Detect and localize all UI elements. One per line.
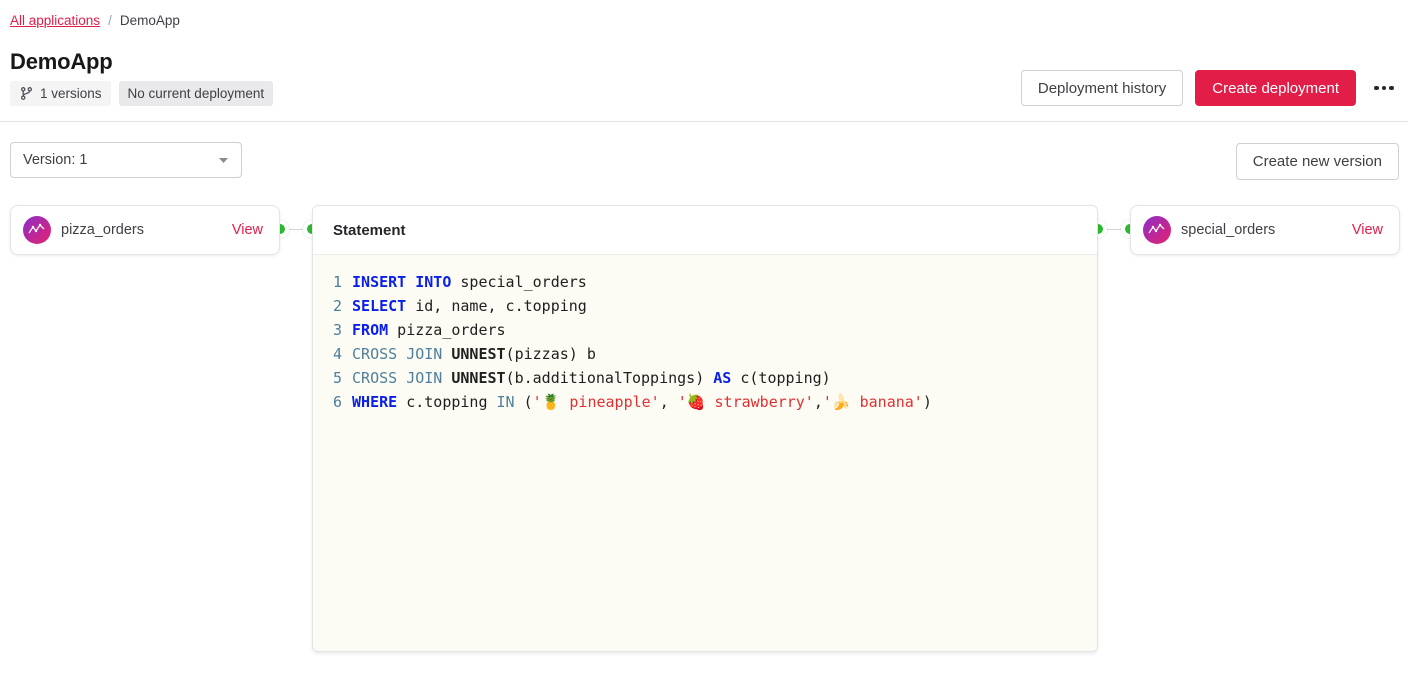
- breadcrumb-current: DemoApp: [120, 13, 180, 28]
- target-table-card: special_orders View: [1130, 205, 1400, 255]
- deployment-history-button[interactable]: Deployment history: [1021, 70, 1183, 106]
- version-select[interactable]: Version: 1: [10, 142, 242, 178]
- git-branch-icon: [19, 86, 34, 101]
- source-view-link[interactable]: View: [232, 222, 263, 238]
- chevron-down-icon: [218, 156, 229, 164]
- breadcrumb: All applications / DemoApp: [10, 13, 180, 28]
- code-token: c(topping): [731, 369, 830, 387]
- statement-card: Statement 1 INSERT INTO special_orders 2 SE…: [312, 205, 1098, 652]
- versions-badge: 1 versions: [10, 81, 111, 106]
- ellipsis-icon: [1382, 86, 1387, 91]
- line-number: 4: [333, 342, 342, 366]
- breadcrumb-link-all-applications[interactable]: All applications: [10, 13, 100, 28]
- table-icon: [1143, 216, 1171, 244]
- table-icon: [23, 216, 51, 244]
- code-token: (pizzas) b: [506, 345, 596, 363]
- code-token: special_orders: [451, 273, 586, 291]
- code-token: (: [515, 393, 533, 411]
- code-token: AS: [713, 369, 731, 387]
- code-line: 6 WHERE c.topping IN ('🍍 pineapple', '🍓 s…: [333, 390, 1085, 414]
- code-token: pizza_orders: [388, 321, 505, 339]
- code-token: CROSS JOIN: [352, 345, 442, 363]
- page: All applications / DemoApp DemoApp 1 ver…: [0, 0, 1408, 684]
- code-token: WHERE: [352, 393, 397, 411]
- ellipsis-icon: [1374, 86, 1379, 91]
- code-line: 2 SELECT id, name, c.topping: [333, 294, 1085, 318]
- code-token: '🍌 banana': [823, 393, 923, 411]
- statement-title: Statement: [313, 206, 1097, 255]
- more-options-button[interactable]: [1370, 74, 1398, 102]
- page-title: DemoApp: [10, 49, 113, 75]
- ellipsis-icon: [1389, 86, 1394, 91]
- no-deployment-badge-label: No current deployment: [128, 86, 265, 101]
- code-token: '🍓 strawberry': [678, 393, 814, 411]
- code-line: 5 CROSS JOIN UNNEST(b.additionalToppings)…: [333, 366, 1085, 390]
- code-token: UNNEST: [451, 345, 505, 363]
- no-deployment-badge: No current deployment: [119, 81, 274, 106]
- code-token: ,: [814, 393, 823, 411]
- sql-editor[interactable]: 1 INSERT INTO special_orders 2 SELECT id, n…: [333, 270, 1085, 414]
- source-table-name: pizza_orders: [61, 222, 222, 238]
- line-number: 2: [333, 294, 342, 318]
- create-deployment-button[interactable]: Create deployment: [1195, 70, 1356, 106]
- code-token: IN: [497, 393, 515, 411]
- code-token: (b.additionalToppings): [506, 369, 714, 387]
- code-token: SELECT: [352, 297, 406, 315]
- line-number: 3: [333, 318, 342, 342]
- header-divider: [0, 121, 1408, 122]
- breadcrumb-separator: /: [108, 13, 112, 28]
- header-badges: 1 versions No current deployment: [10, 81, 273, 106]
- code-token: c.topping: [397, 393, 496, 411]
- line-number: 1: [333, 270, 342, 294]
- create-new-version-button[interactable]: Create new version: [1236, 143, 1399, 180]
- target-table-name: special_orders: [1181, 222, 1342, 238]
- code-token: ): [923, 393, 932, 411]
- code-line: 3 FROM pizza_orders: [333, 318, 1085, 342]
- code-token: id, name, c.topping: [406, 297, 587, 315]
- code-token: INSERT INTO: [352, 273, 451, 291]
- target-view-link[interactable]: View: [1352, 222, 1383, 238]
- version-select-value: Version: 1: [23, 152, 218, 168]
- line-number: 6: [333, 390, 342, 414]
- source-table-card: pizza_orders View: [10, 205, 280, 255]
- code-line: 1 INSERT INTO special_orders: [333, 270, 1085, 294]
- statement-body: 1 INSERT INTO special_orders 2 SELECT id, n…: [313, 255, 1097, 651]
- code-token: UNNEST: [451, 369, 505, 387]
- code-token: CROSS JOIN: [352, 369, 442, 387]
- header-actions: Deployment history Create deployment: [1021, 70, 1398, 106]
- line-number: 5: [333, 366, 342, 390]
- versions-badge-label: 1 versions: [40, 86, 102, 101]
- code-token: FROM: [352, 321, 388, 339]
- code-token: ,: [660, 393, 678, 411]
- code-line: 4 CROSS JOIN UNNEST(pizzas) b: [333, 342, 1085, 366]
- code-token: '🍍 pineapple': [533, 393, 660, 411]
